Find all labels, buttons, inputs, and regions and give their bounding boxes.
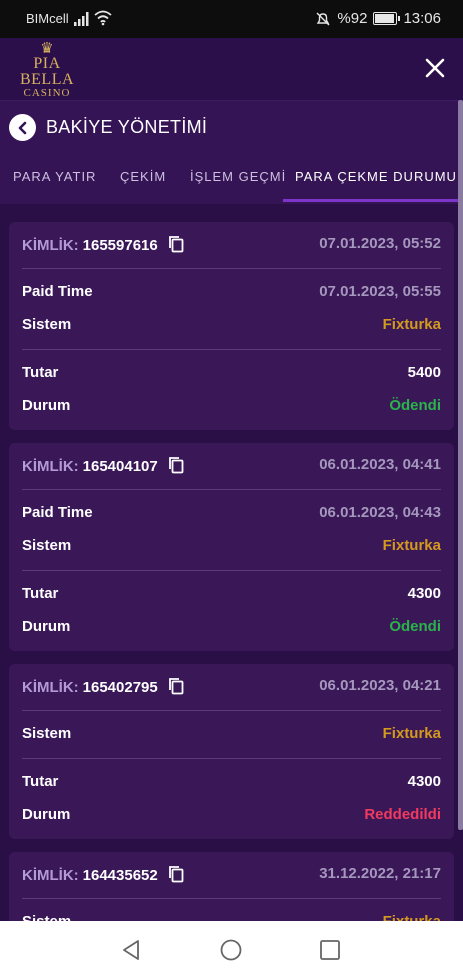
id-label: KİMLİK: xyxy=(22,458,79,475)
created-date: 31.12.2022, 21:17 xyxy=(319,865,441,882)
status-value: Ödendi xyxy=(389,397,441,414)
copy-icon[interactable] xyxy=(168,235,184,253)
created-date: 07.01.2023, 05:52 xyxy=(319,235,441,252)
divider xyxy=(22,489,441,490)
copy-icon[interactable] xyxy=(168,865,184,883)
tab-deposit[interactable]: PARA YATIR xyxy=(13,169,96,184)
carrier-name: BIMcell xyxy=(26,11,69,26)
brand-name: PIA BELLA xyxy=(19,55,75,88)
chevron-left-icon xyxy=(18,121,26,134)
divider xyxy=(22,570,441,571)
battery-percent: %92 xyxy=(337,10,368,27)
created-date: 06.01.2023, 04:21 xyxy=(319,677,441,694)
amount-label: Tutar xyxy=(22,773,59,790)
status-value: Reddedildi xyxy=(364,806,441,823)
system-nav-bar xyxy=(0,921,463,978)
created-date: 06.01.2023, 04:41 xyxy=(319,456,441,473)
id-label: KİMLİK: xyxy=(22,237,79,254)
withdrawal-card: KİMLİK: 165404107 06.01.2023, 04:41 Paid … xyxy=(9,443,454,651)
brand-sub: CASINO xyxy=(23,87,71,99)
mute-bell-icon xyxy=(316,12,330,25)
battery-icon xyxy=(373,12,401,25)
app-header: ♛ PIA BELLA CASINO xyxy=(0,38,463,100)
system-value: Fixturka xyxy=(383,913,441,921)
status-bar: BIMcell %92 13:06 xyxy=(0,0,463,38)
id-label: KİMLİK: xyxy=(22,867,79,884)
withdrawal-card: KİMLİK: 165402795 06.01.2023, 04:21 Siste… xyxy=(9,664,454,839)
home-circle-icon[interactable] xyxy=(218,937,244,963)
page-title: BAKİYE YÖNETİMİ xyxy=(46,117,208,137)
status-label: Durum xyxy=(22,618,71,635)
withdrawal-list: KİMLİK: 165597616 07.01.2023, 05:52 Paid … xyxy=(0,204,463,921)
amount-value: 5400 xyxy=(407,364,441,381)
amount-value: 4300 xyxy=(407,773,441,790)
close-icon[interactable] xyxy=(423,56,447,80)
system-value: Fixturka xyxy=(382,725,441,742)
divider xyxy=(22,898,441,899)
withdrawal-id: 164435652 xyxy=(82,867,158,884)
brand-logo[interactable]: ♛ PIA BELLA CASINO xyxy=(10,40,84,99)
amount-label: Tutar xyxy=(22,364,59,381)
withdrawal-card: KİMLİK: 165597616 07.01.2023, 05:52 Paid … xyxy=(9,222,454,430)
scrollbar[interactable] xyxy=(458,100,463,830)
tab-history[interactable]: İŞLEM GEÇMİ xyxy=(190,169,286,184)
recents-square-icon[interactable] xyxy=(317,937,343,963)
signal-icon xyxy=(74,12,89,26)
tab-withdraw-status[interactable]: PARA ÇEKME DURUMU xyxy=(295,169,457,184)
paid-time-label: Paid Time xyxy=(22,283,93,300)
back-triangle-icon[interactable] xyxy=(118,937,144,963)
back-button[interactable] xyxy=(9,114,36,141)
active-tab-indicator xyxy=(283,199,458,202)
crown-icon: ♛ xyxy=(40,40,54,57)
status-label: Durum xyxy=(22,397,71,414)
clock: 13:06 xyxy=(403,10,441,27)
withdrawal-card: KİMLİK:164435652 31.12.2022, 21:17 Siste… xyxy=(9,852,454,921)
tab-withdraw[interactable]: ÇEKİM xyxy=(120,169,166,184)
status-value: Ödendi xyxy=(389,618,441,635)
copy-icon[interactable] xyxy=(168,677,184,695)
amount-label: Tutar xyxy=(22,585,59,602)
divider xyxy=(22,710,441,711)
wifi-icon xyxy=(94,10,112,26)
balance-header: BAKİYE YÖNETİMİ PARA YATIR ÇEKİM İŞLEM G… xyxy=(0,100,463,205)
withdrawal-id: 165597616 xyxy=(82,237,158,254)
divider xyxy=(22,349,441,350)
system-label: Sistem xyxy=(22,725,72,742)
system-label: Sistem xyxy=(22,913,71,921)
system-label: Sistem xyxy=(22,537,72,554)
divider xyxy=(22,268,441,269)
divider xyxy=(22,758,441,759)
paid-time-label: Paid Time xyxy=(22,504,93,521)
amount-value: 4300 xyxy=(407,585,441,602)
withdrawal-id: 165402795 xyxy=(82,679,158,696)
system-value: Fixturka xyxy=(382,537,441,554)
withdrawal-id: 165404107 xyxy=(82,458,158,475)
copy-icon[interactable] xyxy=(168,456,184,474)
system-label: Sistem xyxy=(22,316,72,333)
paid-time-value: 06.01.2023, 04:43 xyxy=(319,504,441,521)
paid-time-value: 07.01.2023, 05:55 xyxy=(319,283,441,300)
tab-bar: PARA YATIR ÇEKİM İŞLEM GEÇMİ PARA ÇEKME … xyxy=(0,161,463,205)
id-label: KİMLİK: xyxy=(22,679,79,696)
status-label: Durum xyxy=(22,806,71,823)
system-value: Fixturka xyxy=(382,316,441,333)
